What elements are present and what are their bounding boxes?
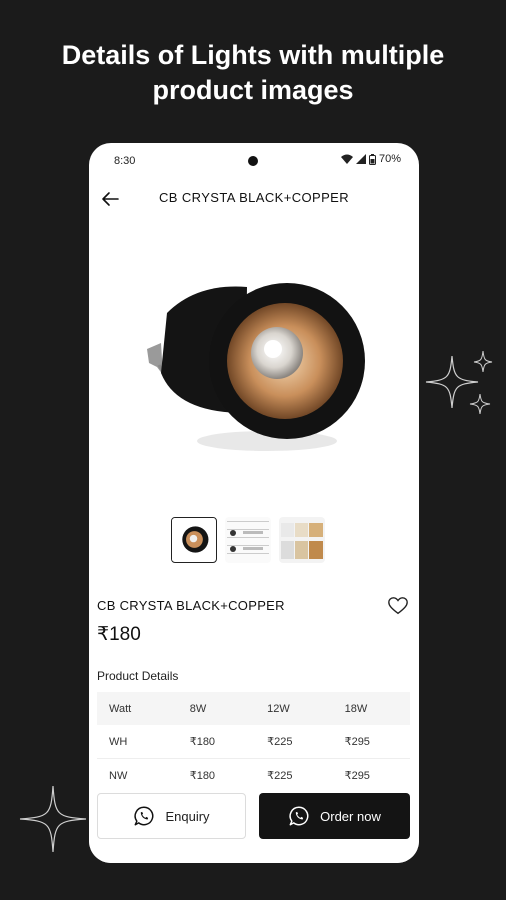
promo-line-2: product images [152,75,354,105]
thumbnail-2[interactable] [225,517,271,563]
column-header: 12W [267,702,290,715]
thumbnail-spec-sheet-image [225,517,271,563]
table-cell: WH [109,735,128,748]
product-details-heading: Product Details [97,669,179,683]
column-header: Watt [109,702,132,715]
enquiry-label: Enquiry [165,808,210,824]
table-cell: NW [109,769,128,782]
product-name: CB CRYSTA BLACK+COPPER [97,598,285,613]
table-cell: ₹225 [267,736,293,748]
signal-icon [355,154,366,164]
sparkle-icon [425,350,493,415]
table-cell: ₹295 [344,736,370,748]
price-table: Watt 8W 12W 18W WH ₹180 ₹225 ₹295 NW ₹18… [97,692,410,793]
phone-screen: 8:30 70% CB CRYSTA BLACK+COPPER CB CRYST… [89,143,419,863]
thumbnail-1[interactable] [171,517,217,563]
promo-line-1: Details of Lights with multiple [61,40,445,70]
table-row: WH ₹180 ₹225 ₹295 [97,725,410,759]
promo-headline: Details of Lights with multiple product … [0,38,506,108]
whatsapp-icon [289,806,309,826]
status-bar: 8:30 70% [89,143,419,177]
product-price: ₹180 [97,624,141,645]
sparkle-icon [19,785,87,853]
status-time: 8:30 [114,155,136,167]
bottom-action-bar: Enquiry Order now [89,781,419,863]
table-header-row: Watt 8W 12W 18W [97,692,410,725]
app-bar: CB CRYSTA BLACK+COPPER [89,179,419,219]
thumbnail-light-image [172,518,215,561]
order-now-label: Order now [320,808,381,824]
order-now-button[interactable]: Order now [259,793,410,839]
thumbnail-strip [171,517,325,563]
wifi-icon [340,154,353,164]
column-header: 8W [189,702,207,715]
thumbnail-3[interactable] [279,517,325,563]
app-bar-title: CB CRYSTA BLACK+COPPER [158,190,350,205]
battery-icon [368,153,376,165]
whatsapp-icon [134,806,154,826]
table-cell: ₹180 [189,736,216,748]
product-image[interactable] [137,263,377,483]
camera-cutout [248,156,258,166]
column-header: 18W [344,702,368,715]
battery-level: 70% [378,153,401,165]
heart-icon[interactable] [387,595,409,617]
status-icons: 70% [340,153,401,165]
enquiry-button[interactable]: Enquiry [97,793,246,839]
thumbnail-color-temp-image [279,517,325,563]
